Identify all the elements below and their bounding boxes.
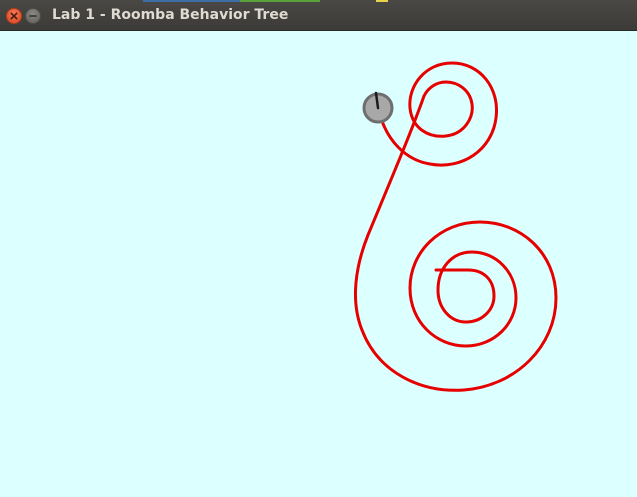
roomba-robot: [362, 91, 394, 124]
robot-path-connector: [353, 94, 426, 332]
minimize-button[interactable]: [25, 8, 41, 24]
close-button[interactable]: [6, 8, 22, 24]
close-icon: [10, 12, 18, 20]
minimize-icon: [29, 15, 37, 17]
canvas-drawing: [353, 61, 558, 392]
simulation-canvas[interactable]: [0, 31, 637, 497]
app-window: Lab 1 - Roomba Behavior Tree: [0, 0, 637, 497]
title-bar[interactable]: Lab 1 - Roomba Behavior Tree: [0, 0, 637, 31]
titlebar-accent-strip: [143, 0, 240, 2]
titlebar-accent-strip: [240, 0, 320, 2]
window-title: Lab 1 - Roomba Behavior Tree: [52, 7, 289, 23]
titlebar-accent-strip: [376, 0, 388, 2]
robot-path-lower-spiral: [360, 220, 558, 392]
robot-path-upper-loop: [379, 61, 498, 167]
